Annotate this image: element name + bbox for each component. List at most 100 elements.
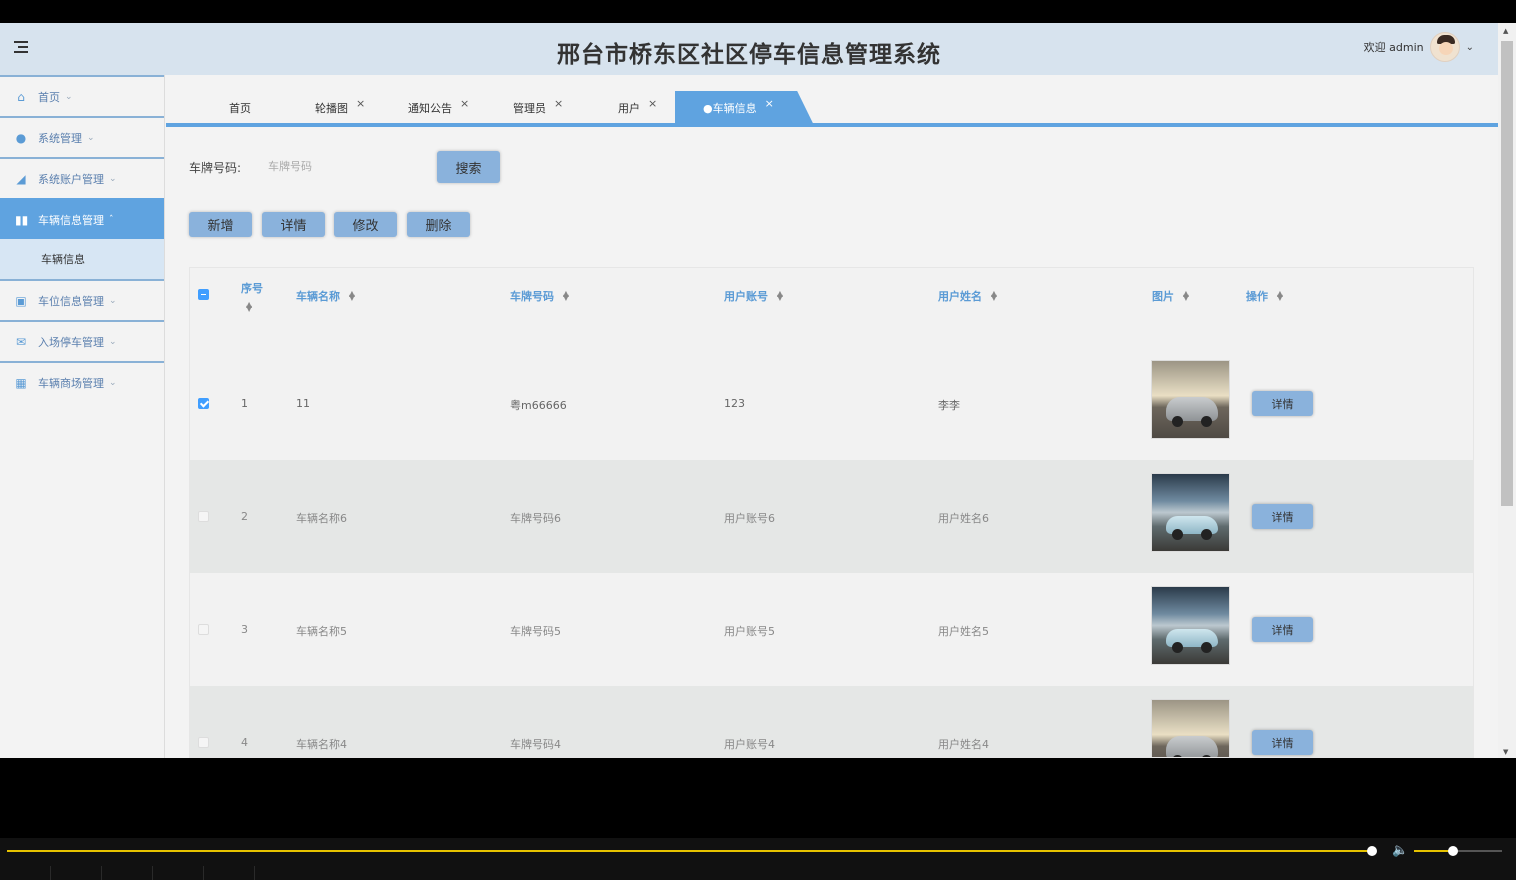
cell-username: 用户姓名6 (938, 512, 989, 525)
system-title: 邢台市桥东区社区停车信息管理系统 (557, 42, 941, 68)
column-header-label: 车辆名称 (296, 290, 340, 303)
table-row[interactable]: 1 11 粤m66666 123 李李 详情 (190, 347, 1473, 460)
tab-users[interactable]: 用户 × (618, 91, 657, 125)
player-segment[interactable] (51, 866, 102, 880)
row-checkbox[interactable] (198, 737, 209, 748)
sort-icon[interactable]: ▲ ▼ (777, 290, 783, 302)
column-header-name[interactable]: 车辆名称 ▲ ▼ (296, 288, 355, 304)
playback-progress[interactable] (7, 850, 1372, 852)
sidebar-item-mall[interactable]: ▦ 车辆商场管理 ⌄ (0, 361, 164, 402)
table-header: 序号 ▲ ▼ 车辆名称 ▲ ▼ 车牌号码 ▲ ▼ 用户账号 ▲ ▼ 用户姓名 ▲ ▼ 图片… (190, 268, 1473, 324)
page-scrollbar[interactable]: ▲ ▼ (1498, 23, 1516, 758)
account-icon: ◢ (16, 171, 26, 186)
player-segment[interactable] (204, 866, 255, 880)
tab-notices[interactable]: 通知公告 × (408, 91, 469, 125)
player-segment[interactable] (102, 866, 153, 880)
volume-icon[interactable]: 🔈 (1392, 843, 1408, 858)
column-header-plate[interactable]: 车牌号码 ▲ ▼ (510, 288, 569, 304)
cell-account: 123 (724, 397, 745, 410)
volume-handle[interactable] (1448, 846, 1458, 856)
home-icon: ⌂ (17, 89, 25, 104)
select-all-checkbox[interactable] (198, 289, 209, 300)
scroll-down-icon[interactable]: ▼ (1503, 748, 1508, 756)
sort-icon[interactable]: ▲ ▼ (349, 290, 355, 302)
table-row[interactable]: 3 车辆名称5 车牌号码5 用户账号5 用户姓名5 详情 (190, 573, 1473, 686)
tab-home[interactable]: 首页 (229, 91, 251, 125)
welcome-text: 欢迎 admin (1363, 41, 1424, 54)
tab-label: ●车辆信息 (703, 102, 757, 115)
sidebar-item-label: 首页 (38, 90, 60, 104)
edit-button[interactable]: 修改 (334, 212, 397, 237)
sort-icon[interactable]: ▲ ▼ (246, 301, 252, 313)
progress-handle[interactable] (1367, 846, 1377, 856)
entry-icon: ✉ (15, 334, 27, 349)
column-header-action[interactable]: 操作 ▲ ▼ (1246, 288, 1283, 304)
detail-button[interactable]: 详情 (262, 212, 325, 237)
column-header-label: 用户账号 (724, 290, 768, 303)
row-checkbox[interactable] (198, 624, 209, 635)
row-detail-button[interactable]: 详情 (1252, 730, 1313, 755)
app-window: 邢台市桥东区社区停车信息管理系统 欢迎 admin ⌄ ⌂ 首页 ⌄ ● 系统管… (0, 23, 1498, 758)
row-detail-button[interactable]: 详情 (1252, 504, 1313, 529)
row-checkbox[interactable] (198, 398, 209, 409)
cell-username: 李李 (938, 399, 960, 412)
vehicle-image[interactable] (1151, 586, 1230, 665)
sidebar-item-system[interactable]: ● 系统管理 ⌄ (0, 116, 164, 157)
tab-vehicle-info[interactable]: ●车辆信息 × (675, 91, 814, 125)
scrollbar-thumb[interactable] (1501, 41, 1513, 506)
player-segment[interactable] (0, 866, 51, 880)
add-button[interactable]: 新增 (189, 212, 252, 237)
tab-carousel[interactable]: 轮播图 × (315, 91, 365, 125)
chevron-down-icon: ⌄ (87, 132, 95, 143)
tab-label: 首页 (229, 102, 251, 115)
column-header-username[interactable]: 用户姓名 ▲ ▼ (938, 288, 997, 304)
column-header-label: 操作 (1246, 290, 1268, 303)
cell-username: 用户姓名4 (938, 738, 989, 751)
cell-vehicle-name: 车辆名称6 (296, 512, 347, 525)
vehicle-image[interactable] (1151, 473, 1230, 552)
column-header-account[interactable]: 用户账号 ▲ ▼ (724, 288, 783, 304)
sidebar-item-label: 入场停车管理 (38, 335, 104, 349)
sort-icon[interactable]: ▲ ▼ (563, 290, 569, 302)
sort-icon[interactable]: ▲ ▼ (991, 290, 997, 302)
sidebar-item-entry[interactable]: ✉ 入场停车管理 ⌄ (0, 320, 164, 361)
sidebar-item-label: 车位信息管理 (38, 294, 104, 308)
user-avatar[interactable] (1429, 32, 1460, 62)
sidebar-subitem-vehicle-info[interactable]: 车辆信息 (0, 239, 164, 279)
sidebar-item-parking[interactable]: ▣ 车位信息管理 ⌄ (0, 279, 164, 320)
row-checkbox[interactable] (198, 511, 209, 522)
close-icon[interactable]: × (648, 97, 657, 110)
sort-icon[interactable]: ▲ ▼ (1277, 290, 1283, 302)
vehicle-image[interactable] (1151, 699, 1230, 757)
sidebar-item-vehicle[interactable]: ▮▮ 车辆信息管理 ˆ (0, 198, 164, 239)
chevron-down-icon[interactable]: ⌄ (1466, 42, 1474, 53)
delete-button[interactable]: 删除 (407, 212, 470, 237)
row-detail-button[interactable]: 详情 (1252, 617, 1313, 642)
table-row[interactable]: 4 车辆名称4 车牌号码4 用户账号4 用户姓名4 详情 (190, 686, 1473, 757)
sort-icon[interactable]: ▲ ▼ (1183, 290, 1189, 302)
user-menu[interactable]: 欢迎 admin ⌄ (1364, 32, 1474, 62)
row-detail-button[interactable]: 详情 (1252, 391, 1313, 416)
search-button[interactable]: 搜索 (437, 151, 500, 183)
tab-label: 用户 (618, 102, 640, 115)
close-icon[interactable]: × (765, 97, 774, 110)
plate-search-input[interactable] (258, 151, 428, 183)
column-header-index[interactable]: 序号 ▲ ▼ (241, 280, 263, 313)
close-icon[interactable]: × (356, 97, 365, 110)
cell-username: 用户姓名5 (938, 625, 989, 638)
player-segment[interactable] (153, 866, 204, 880)
sidebar-item-accounts[interactable]: ◢ 系统账户管理 ⌄ (0, 157, 164, 198)
table-row[interactable]: 2 车辆名称6 车牌号码6 用户账号6 用户姓名6 详情 (190, 460, 1473, 573)
tab-admins[interactable]: 管理员 × (513, 91, 563, 125)
vehicle-image[interactable] (1151, 360, 1230, 439)
settings-icon: ● (15, 130, 27, 145)
sidebar-item-label: 车辆信息管理 (38, 213, 104, 227)
chevron-down-icon: ⌄ (109, 173, 117, 184)
column-header-label: 图片 (1152, 290, 1174, 303)
column-header-image[interactable]: 图片 ▲ ▼ (1152, 288, 1189, 304)
scroll-up-icon[interactable]: ▲ (1503, 27, 1508, 35)
close-icon[interactable]: × (460, 97, 469, 110)
sidebar: ⌂ 首页 ⌄ ● 系统管理 ⌄ ◢ 系统账户管理 ⌄ ▮▮ 车辆信息管理 ˆ 车… (0, 75, 165, 758)
sidebar-item-home[interactable]: ⌂ 首页 ⌄ (0, 75, 164, 116)
close-icon[interactable]: × (554, 97, 563, 110)
